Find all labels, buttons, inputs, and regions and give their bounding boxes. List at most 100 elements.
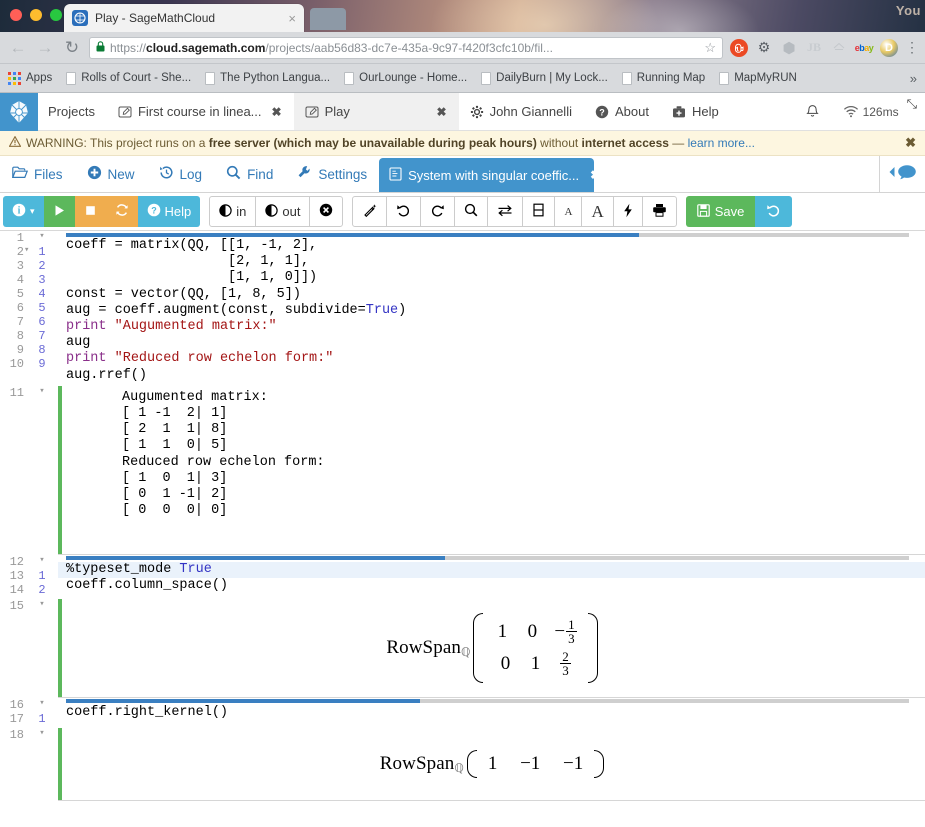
swap-button[interactable] bbox=[487, 196, 524, 227]
worksheet-cell-input[interactable]: 12 ▾ 13 1 14 2 %typeset_mode True coeff.col… bbox=[0, 554, 925, 597]
redo-button[interactable] bbox=[420, 196, 456, 227]
nav-tab-play[interactable]: Play ✖ bbox=[293, 93, 459, 130]
browser-tab[interactable]: Play - SageMathCloud × bbox=[64, 4, 304, 32]
notifications-bell-icon[interactable] bbox=[794, 104, 832, 119]
save-button[interactable]: Save bbox=[685, 196, 756, 227]
nav-tab-first-course[interactable]: First course in linea... ✖ bbox=[107, 93, 294, 130]
fold-caret-icon[interactable]: ▾ bbox=[26, 555, 58, 569]
forward-icon[interactable]: → bbox=[35, 39, 55, 56]
gear-icon bbox=[470, 105, 484, 119]
project-tab-settings[interactable]: Settings bbox=[285, 156, 379, 192]
timetravel-button[interactable] bbox=[755, 196, 793, 227]
address-bar[interactable]: https://cloud.sagemath.com/projects/aab5… bbox=[89, 36, 723, 59]
run-button[interactable] bbox=[43, 196, 75, 227]
fold-caret-icon[interactable]: ▾ bbox=[24, 245, 29, 255]
close-icon[interactable]: ✖ bbox=[437, 105, 447, 119]
jb-extension-icon[interactable]: JB bbox=[805, 39, 823, 57]
worksheet-body[interactable]: 1 ▾ 2 ▾ 1 32 43 54 65 76 87 98 10 9 coeff = … bbox=[0, 231, 925, 818]
close-window-button[interactable] bbox=[10, 9, 22, 21]
nav-projects[interactable]: Projects bbox=[38, 93, 107, 130]
find-button[interactable] bbox=[454, 196, 489, 227]
sagemath-logo[interactable] bbox=[0, 93, 38, 131]
bolt-button[interactable] bbox=[612, 196, 643, 227]
bolt-icon bbox=[623, 203, 633, 221]
tighten-in-button[interactable]: in bbox=[209, 196, 257, 227]
fold-caret-icon[interactable]: ▾ bbox=[26, 698, 58, 712]
file-tab-system-with-singular-coefficients[interactable]: System with singular coeffic... ✖ bbox=[379, 158, 600, 192]
tighten-out-button[interactable]: out bbox=[255, 196, 311, 227]
project-tab-find[interactable]: Find bbox=[214, 156, 285, 192]
code-editor[interactable]: coeff = matrix(QQ, [[1, -1, 2], [2, 1, 1… bbox=[58, 238, 925, 384]
increase-font-button[interactable]: A bbox=[581, 196, 614, 227]
gutter-line-number: 10 bbox=[9, 357, 24, 371]
worksheet-cell-input[interactable]: 1 ▾ 2 ▾ 1 32 43 54 65 76 87 98 10 9 coeff = … bbox=[0, 231, 925, 384]
lock-icon bbox=[96, 40, 105, 55]
close-icon[interactable]: ✖ bbox=[905, 135, 916, 151]
cell-divider bbox=[58, 799, 925, 801]
bookmark-rolls-of-court[interactable]: Rolls of Court - She... bbox=[66, 71, 191, 85]
reload-icon[interactable]: ↻ bbox=[62, 39, 82, 56]
code-editor-line-highlighted[interactable]: %typeset_mode True bbox=[58, 561, 925, 579]
amazon-extension-icon[interactable] bbox=[830, 39, 848, 57]
fold-caret-icon[interactable]: ▾ bbox=[26, 231, 58, 245]
code-editor[interactable]: coeff.right_kernel() bbox=[58, 705, 925, 721]
bookmark-ourlounge[interactable]: OurLounge - Home... bbox=[344, 71, 467, 85]
close-icon[interactable]: × bbox=[282, 11, 296, 26]
decrease-font-button[interactable]: A bbox=[554, 196, 583, 227]
fold-caret-icon[interactable]: ▾ bbox=[26, 728, 58, 800]
box-extension-icon[interactable]: ⬢ bbox=[780, 39, 798, 57]
fold-caret-icon[interactable]: ▾ bbox=[26, 386, 58, 554]
pin-icon[interactable]: ⤡ bbox=[905, 96, 925, 112]
maximize-window-button[interactable] bbox=[50, 9, 62, 21]
close-icon[interactable]: ✖ bbox=[590, 168, 600, 182]
fold-caret-icon[interactable]: ▾ bbox=[26, 599, 58, 697]
bookmark-apps[interactable]: Apps bbox=[8, 71, 52, 85]
project-tab-new[interactable]: New bbox=[75, 156, 147, 192]
restart-button[interactable] bbox=[105, 196, 138, 227]
close-icon[interactable]: ✖ bbox=[272, 105, 282, 119]
bookmark-python-language[interactable]: The Python Langua... bbox=[205, 71, 330, 85]
matrix-row: 0 1 23 bbox=[487, 648, 583, 680]
stumbleupon-extension-icon[interactable] bbox=[730, 38, 748, 57]
undo-button[interactable] bbox=[386, 196, 422, 227]
nav-about[interactable]: ? About bbox=[584, 93, 661, 130]
window-controls[interactable] bbox=[10, 9, 62, 21]
edit-icon bbox=[305, 105, 319, 119]
print-button[interactable] bbox=[641, 196, 677, 227]
minimize-window-button[interactable] bbox=[30, 9, 42, 21]
bug-extension-icon[interactable]: ⚙ bbox=[755, 39, 773, 57]
new-tab-button[interactable] bbox=[310, 8, 346, 30]
gutter-line-number: 13 bbox=[9, 568, 24, 583]
code-editor[interactable]: coeff.column_space() bbox=[58, 578, 925, 594]
help-button[interactable]: ? Help bbox=[137, 196, 201, 227]
chat-toggle-button[interactable] bbox=[879, 156, 925, 192]
split-cell-button[interactable] bbox=[522, 196, 556, 227]
bookmark-running-map[interactable]: Running Map bbox=[621, 71, 705, 85]
d-extension-icon[interactable]: D bbox=[880, 38, 898, 57]
bookmarks-overflow-icon[interactable]: » bbox=[910, 71, 917, 86]
matrix-body: 1 0 −1 3 0 1 23 bbox=[473, 613, 597, 684]
back-icon[interactable]: ← bbox=[8, 39, 28, 56]
project-tab-log[interactable]: Log bbox=[147, 156, 215, 192]
ebay-extension-icon[interactable]: ebay bbox=[855, 39, 874, 57]
gutter-cell-line-number: 4 bbox=[38, 287, 46, 301]
wallpaper-watermark: You bbox=[895, 3, 921, 18]
info-dropdown-button[interactable]: i ▾ bbox=[3, 196, 44, 227]
chrome-menu-icon[interactable]: ⋮ bbox=[905, 40, 919, 55]
nav-help[interactable]: Help bbox=[661, 93, 731, 130]
stop-button[interactable] bbox=[74, 196, 106, 227]
cell-progress-bar bbox=[58, 555, 925, 562]
learn-more-link[interactable]: learn more... bbox=[688, 136, 755, 150]
worksheet-cell-input[interactable]: 16 ▾ 17 1 coeff.right_kernel() bbox=[0, 697, 925, 726]
magic-wand-button[interactable] bbox=[352, 196, 388, 227]
chat-bubble-icon bbox=[897, 164, 917, 185]
delete-output-button[interactable] bbox=[309, 196, 344, 227]
help-label: Help bbox=[164, 204, 192, 219]
bookmark-star-icon[interactable]: ☆ bbox=[704, 40, 716, 56]
output-line: [ 1 1 0| 5] bbox=[122, 438, 228, 454]
bookmark-dailyburn[interactable]: DailyBurn | My Lock... bbox=[481, 71, 608, 85]
bookmark-mapmyrun[interactable]: MapMyRUN bbox=[719, 71, 797, 85]
gutter-line-number: 9 bbox=[16, 343, 24, 357]
project-tab-files[interactable]: Files bbox=[0, 156, 75, 192]
nav-account[interactable]: John Giannelli bbox=[459, 93, 584, 130]
